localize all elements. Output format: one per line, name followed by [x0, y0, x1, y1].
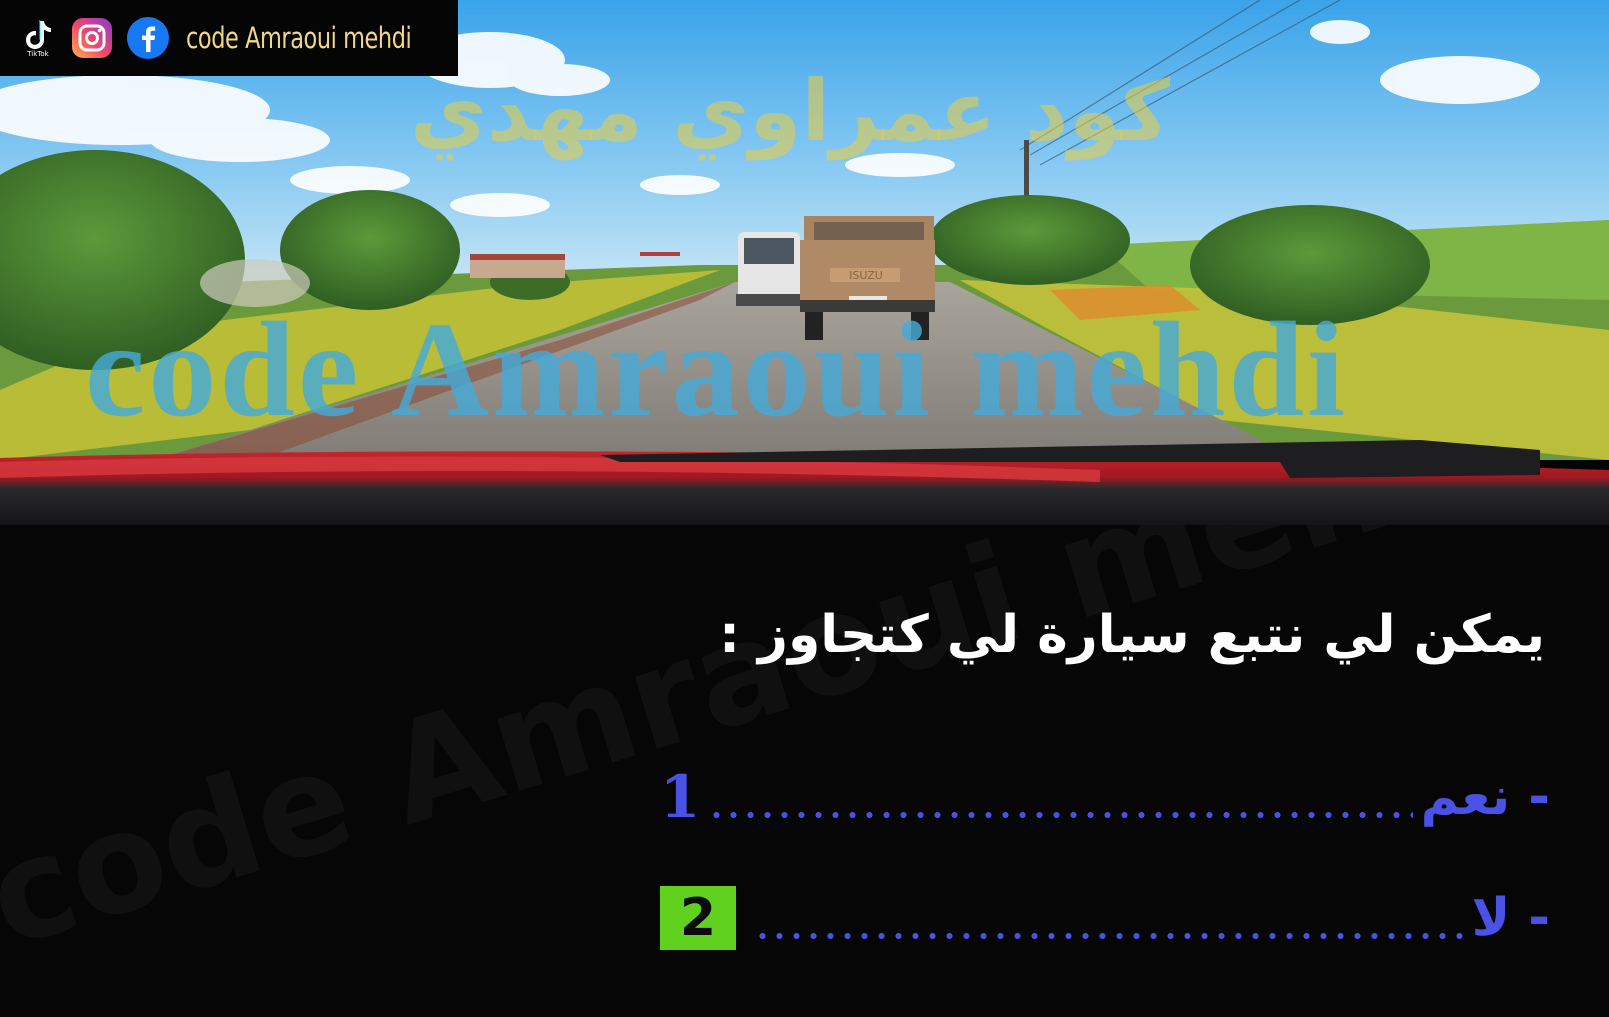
- facebook-icon[interactable]: [126, 16, 170, 60]
- tiktok-icon[interactable]: TikTok: [18, 16, 58, 60]
- watermark-arabic: كود عمراوي مهدي: [409, 62, 1171, 160]
- dotted-leader: [708, 811, 1413, 819]
- answer-label: - لا: [1471, 888, 1550, 948]
- quiz-panel: code Amraoui mehdi يمكن لي نتبع سيارة لي…: [0, 525, 1609, 1017]
- dotted-leader: [754, 932, 1464, 940]
- answer-option-2[interactable]: 2 - لا: [660, 883, 1550, 953]
- road-scene-photo: ISUZU كود عمراوي مهدي code Amraoui mehdi: [0, 0, 1609, 525]
- watermark-latin: code Amraoui mehdi: [85, 295, 1348, 445]
- tiktok-caption: TikTok: [27, 50, 49, 58]
- selected-answer-badge: 2: [660, 886, 736, 950]
- answer-option-1[interactable]: 1 - نعم: [660, 762, 1550, 832]
- truck-brand-text: ISUZU: [849, 269, 883, 282]
- answer-number: 1: [660, 763, 701, 831]
- instagram-icon[interactable]: [70, 16, 114, 60]
- answer-label: - نعم: [1420, 767, 1550, 827]
- question-text: يمكن لي نتبع سيارة لي كتجاوز :: [719, 605, 1545, 665]
- social-banner: TikTok code Amraoui mehdi: [0, 0, 458, 76]
- channel-name: code Amraoui mehdi: [186, 21, 412, 55]
